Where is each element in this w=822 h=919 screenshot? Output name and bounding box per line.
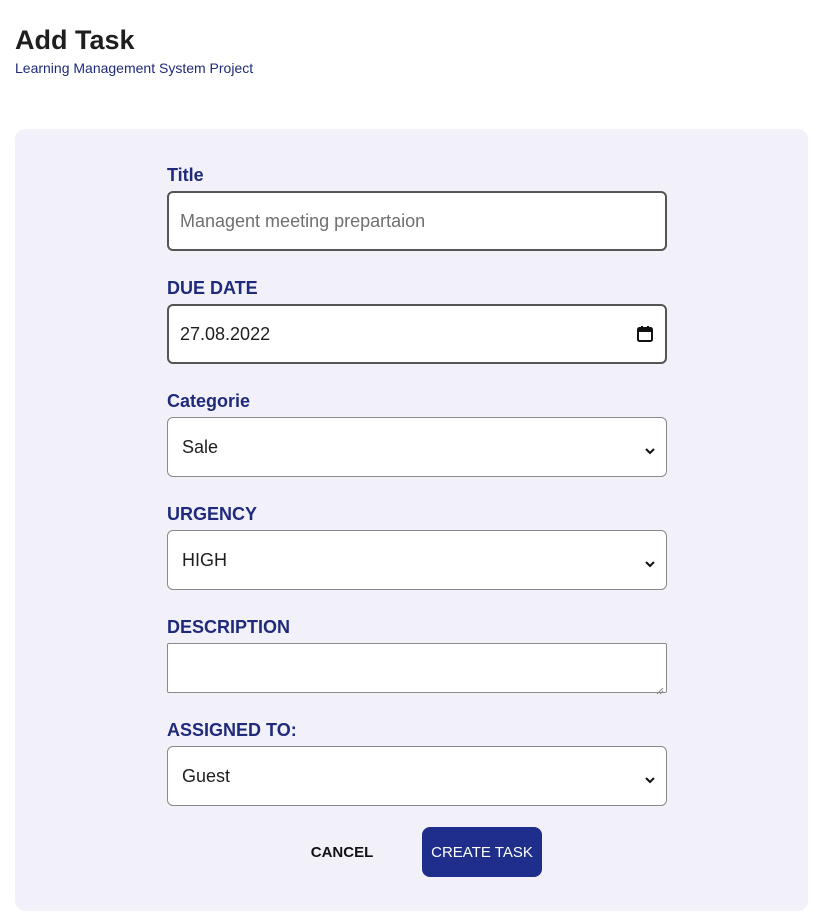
assigned-to-selected-value: Guest (182, 765, 231, 786)
urgency-field-group: URGENCY HIGH (167, 500, 667, 590)
page-header: Add Task Learning Management System Proj… (15, 22, 253, 78)
category-selected-value: Sale (182, 436, 219, 457)
title-input[interactable]: Managent meeting prepartaion (167, 191, 667, 251)
title-label: Title (167, 165, 204, 185)
assigned-to-label: ASSIGNED TO: (167, 720, 297, 740)
title-placeholder: Managent meeting prepartaion (180, 210, 426, 231)
due-date-field-group: DUE DATE 27.08.2022 (167, 274, 667, 364)
create-task-button[interactable]: CREATE TASK (422, 827, 542, 877)
category-select[interactable]: Sale (167, 417, 667, 477)
assigned-to-select[interactable]: Guest (167, 746, 667, 806)
chevron-down-icon (644, 441, 656, 455)
description-field-group: DESCRIPTION (167, 613, 667, 695)
add-task-panel: Title Managent meeting prepartaion DUE D… (15, 129, 808, 911)
category-label: Categorie (167, 391, 251, 411)
due-date-input[interactable]: 27.08.2022 (167, 304, 667, 364)
cancel-button[interactable]: CANCEL (292, 827, 392, 877)
urgency-label: URGENCY (167, 504, 258, 524)
urgency-select[interactable]: HIGH (167, 530, 667, 590)
form-actions: CANCEL CREATE TASK (167, 827, 667, 877)
description-label: DESCRIPTION (167, 617, 291, 637)
calendar-icon[interactable] (636, 325, 654, 343)
category-field-group: Categorie Sale (167, 387, 667, 477)
page-subtitle: Learning Management System Project (15, 60, 254, 76)
due-date-value: 27.08.2022 (180, 323, 271, 344)
assigned-to-field-group: ASSIGNED TO: Guest (167, 716, 667, 806)
resize-handle-icon[interactable] (656, 682, 664, 695)
chevron-down-icon (644, 554, 656, 568)
title-field-group: Title Managent meeting prepartaion (167, 161, 667, 251)
chevron-down-icon (644, 770, 656, 784)
due-date-label: DUE DATE (167, 278, 258, 298)
add-task-form: Title Managent meeting prepartaion DUE D… (167, 161, 667, 877)
urgency-selected-value: HIGH (182, 549, 227, 570)
page-title: Add Task (15, 25, 135, 55)
description-textarea[interactable] (167, 643, 667, 695)
